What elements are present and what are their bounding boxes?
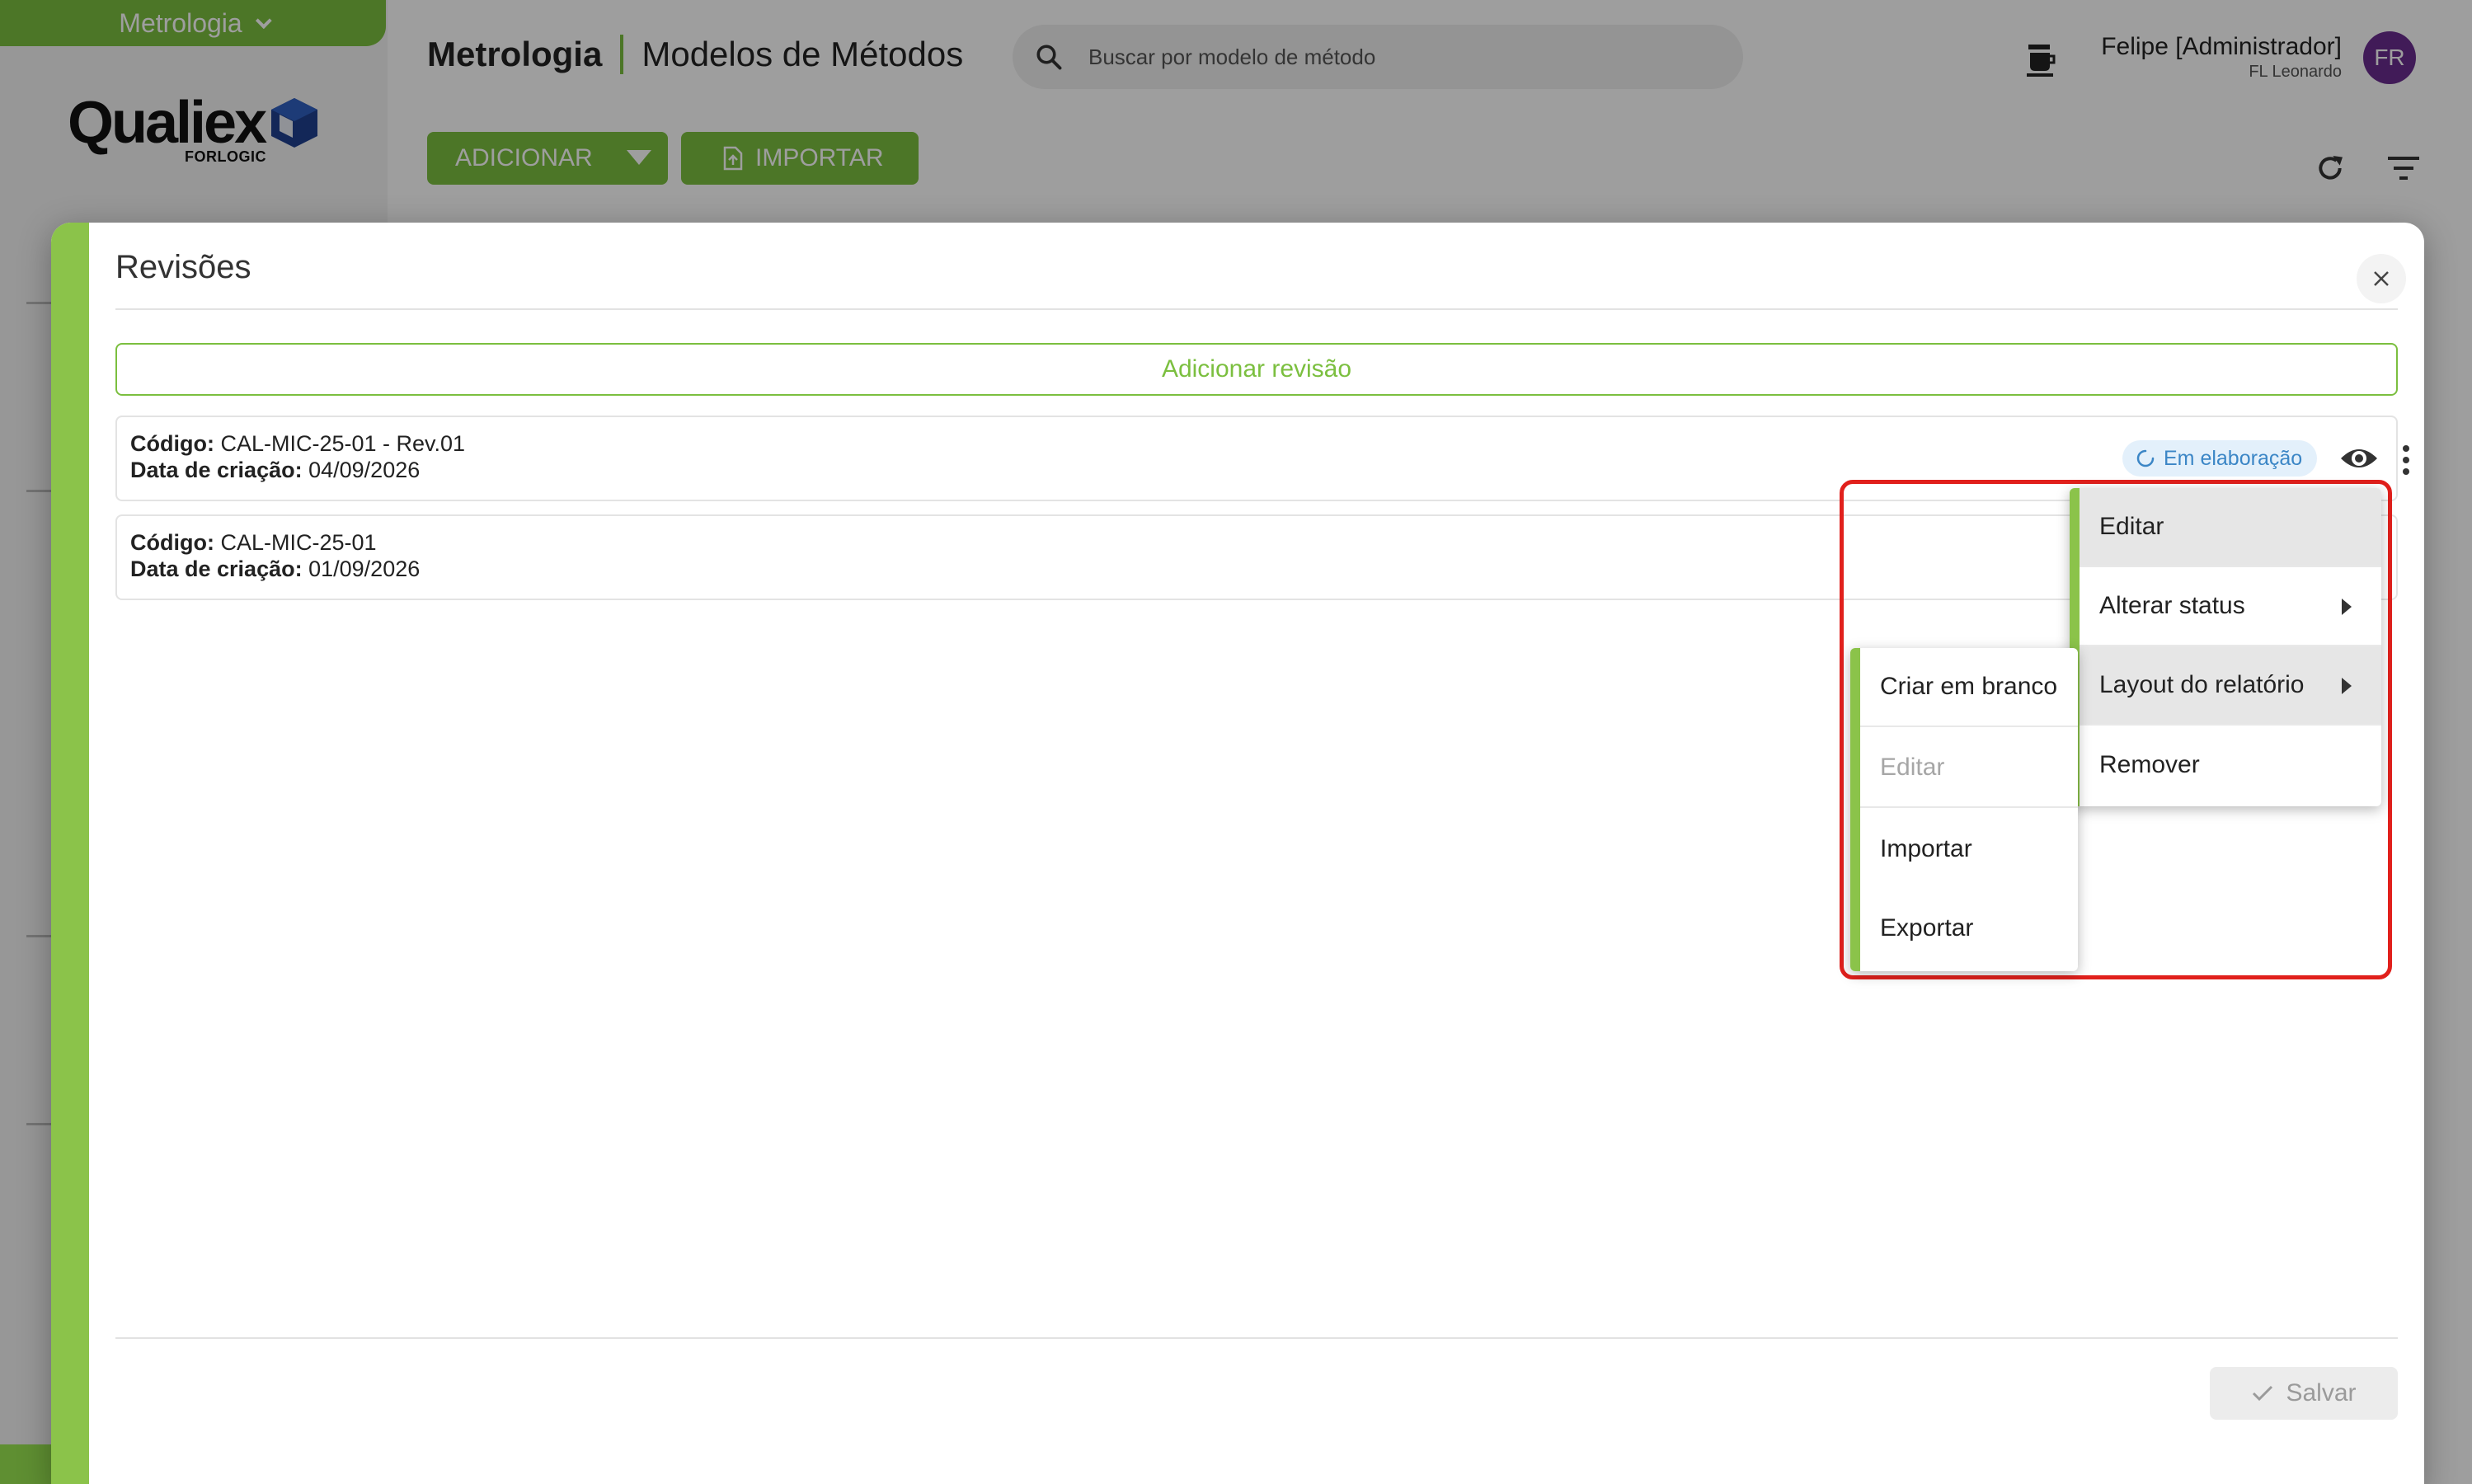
close-icon [2374, 271, 2389, 286]
date-label: Data de criação: [130, 458, 303, 482]
revision-date: 01/09/2026 [308, 556, 421, 581]
menu-item-label: Alterar status [2099, 592, 2245, 619]
submenu-item-edit: Editar [1860, 729, 2078, 808]
revision-date: 04/09/2026 [308, 458, 421, 482]
menu-item-label: Layout do relatório [2099, 671, 2305, 698]
dialog-title: Revisões [115, 249, 251, 285]
sidebar-footer [0, 1444, 51, 1484]
revision-code: CAL-MIC-25-01 [220, 530, 377, 555]
menu-item-label: Editar [1880, 754, 1945, 781]
dialog-divider [115, 308, 2398, 310]
close-button[interactable] [2357, 254, 2406, 303]
context-menu: Editar Alterar status Layout do relatóri… [2070, 488, 2381, 806]
code-label: Código: [130, 530, 214, 555]
date-label: Data de criação: [130, 556, 303, 581]
submenu-item-create-blank[interactable]: Criar em branco [1860, 648, 2078, 727]
revision-code: CAL-MIC-25-01 - Rev.01 [220, 431, 466, 456]
check-icon [2253, 1385, 2273, 1402]
status-label: Em elaboração [2164, 446, 2303, 470]
menu-item-label: Editar [2099, 513, 2164, 540]
menu-item-label: Importar [1880, 835, 1972, 862]
status-badge: Em elaboração [2122, 440, 2318, 477]
save-button-label: Salvar [2286, 1379, 2357, 1407]
menu-item-edit[interactable]: Editar [2080, 488, 2381, 567]
chevron-right-icon [2342, 678, 2352, 694]
code-label: Código: [130, 431, 214, 456]
add-revision-button[interactable]: Adicionar revisão [115, 343, 2398, 396]
loading-icon [2136, 449, 2155, 467]
eye-icon[interactable] [2338, 442, 2380, 475]
menu-item-label: Remover [2099, 751, 2200, 778]
footer-divider [115, 1337, 2398, 1339]
kebab-menu-icon[interactable] [2399, 440, 2413, 480]
menu-accent-bar [1850, 648, 1860, 971]
menu-item-label: Criar em branco [1880, 673, 2058, 700]
save-button[interactable]: Salvar [2210, 1367, 2398, 1420]
chevron-right-icon [2342, 599, 2352, 615]
dialog-accent-bar [51, 223, 89, 1484]
menu-item-report-layout[interactable]: Layout do relatório [2080, 646, 2381, 726]
submenu-item-import[interactable]: Importar [1860, 810, 2078, 889]
report-layout-submenu: Criar em branco Editar Importar Exportar [1850, 648, 2078, 971]
menu-item-remove[interactable]: Remover [2080, 726, 2381, 805]
menu-item-change-status[interactable]: Alterar status [2080, 567, 2381, 646]
submenu-item-export[interactable]: Exportar [1860, 889, 2078, 968]
menu-item-label: Exportar [1880, 914, 1974, 942]
